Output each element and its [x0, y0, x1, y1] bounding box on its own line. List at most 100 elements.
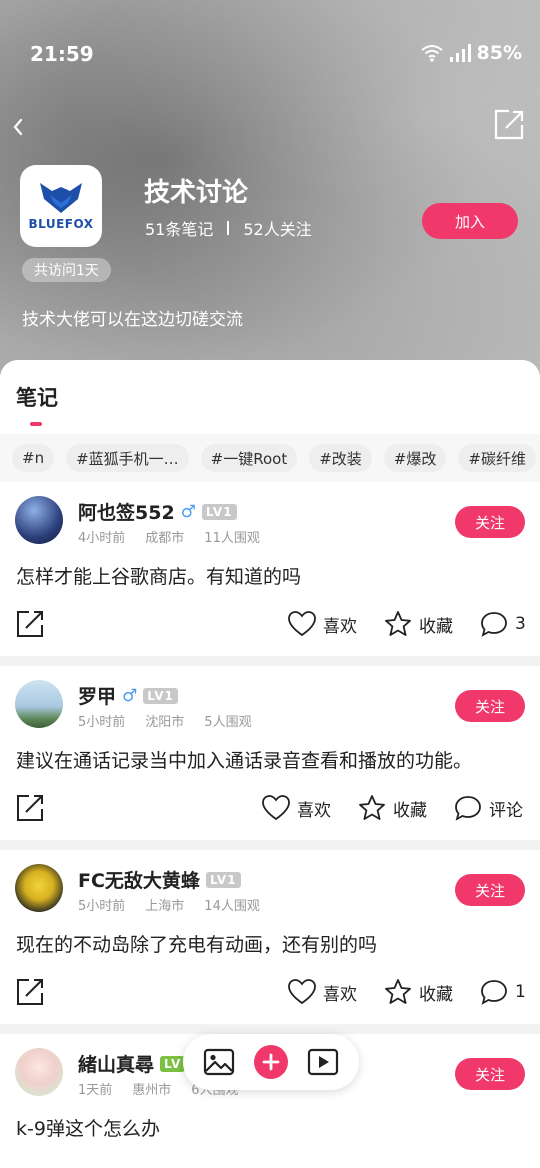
- stat-divider: [227, 221, 230, 235]
- heart-icon: [262, 795, 290, 821]
- post-views: 5人围观: [204, 715, 252, 730]
- favorite-button[interactable]: 收藏: [383, 976, 453, 1008]
- tag-chip[interactable]: #爆改: [383, 444, 447, 472]
- author-row: 罗甲 ♂ LV1: [78, 682, 178, 709]
- comment-icon: [455, 796, 481, 821]
- join-button[interactable]: 加入: [422, 203, 518, 239]
- post-card[interactable]: FC无敌大黄蜂 LV1 5小时前 上海市 14人围观 关注 现在的不动岛除了充电…: [0, 850, 540, 1024]
- male-icon: ♂: [180, 501, 196, 522]
- signal-icon: [449, 44, 471, 62]
- post-meta: 4小时前 成都市 11人围观: [78, 527, 260, 546]
- post-views: 14人围观: [204, 899, 260, 914]
- share-icon[interactable]: [14, 792, 46, 824]
- group-stats: 51条笔记 52人关注: [145, 216, 312, 240]
- avatar[interactable]: [15, 864, 63, 912]
- tab-notes[interactable]: 笔记: [16, 382, 58, 412]
- tag-chip[interactable]: #改装: [309, 444, 372, 472]
- tag-chip[interactable]: #一键Root: [200, 444, 298, 472]
- author-row: FC无敌大黄蜂 LV1: [78, 866, 241, 893]
- post-time: 5小时前: [78, 899, 126, 914]
- level-badge: LV1: [205, 871, 241, 888]
- top-nav: [0, 108, 540, 148]
- share-icon[interactable]: [492, 108, 526, 142]
- favorite-label: 收藏: [393, 800, 427, 821]
- tag-list: #n #蓝狐手机一… #一键Root #改装 #爆改 #碳纤维: [0, 434, 540, 482]
- comment-button[interactable]: 评论: [453, 792, 523, 824]
- level-badge: LV1: [201, 503, 237, 520]
- tab-bar: 笔记: [0, 360, 540, 434]
- favorite-button[interactable]: 收藏: [383, 608, 453, 640]
- share-icon[interactable]: [14, 976, 46, 1008]
- author-name[interactable]: 阿也签552: [78, 498, 175, 525]
- avatar[interactable]: [15, 680, 63, 728]
- level-badge: LV1: [143, 687, 178, 704]
- video-icon[interactable]: [307, 1048, 339, 1076]
- star-icon: [385, 979, 411, 1004]
- like-button[interactable]: 喜欢: [287, 976, 357, 1008]
- post-actions: 喜欢 收藏 3: [0, 608, 540, 644]
- post-card[interactable]: 阿也签552 ♂ LV1 4小时前 成都市 11人围观 关注 怎样才能上谷歌商店…: [0, 482, 540, 656]
- status-icons: 85%: [420, 42, 522, 64]
- author-name[interactable]: 罗甲: [78, 682, 116, 709]
- tag-chip[interactable]: #n: [12, 444, 55, 472]
- add-post-button[interactable]: [253, 1045, 288, 1079]
- back-icon[interactable]: [8, 112, 38, 142]
- post-meta: 5小时前 上海市 14人围观: [78, 895, 260, 914]
- favorite-label: 收藏: [419, 616, 453, 637]
- like-button[interactable]: 喜欢: [287, 608, 357, 640]
- tag-chip[interactable]: #蓝狐手机一…: [66, 444, 189, 472]
- share-icon[interactable]: [14, 608, 46, 640]
- group-title: 技术讨论: [144, 178, 249, 208]
- like-label: 喜欢: [323, 616, 357, 637]
- visit-badge: 共访问1天: [22, 258, 111, 282]
- post-city: 上海市: [145, 899, 185, 914]
- group-logo: BLUEFOX: [20, 165, 102, 247]
- author-name[interactable]: 緒山真尋: [78, 1050, 154, 1077]
- fox-logo-icon: [40, 183, 82, 213]
- follow-button[interactable]: 关注: [455, 690, 525, 722]
- comment-count: 3: [515, 614, 526, 634]
- post-content[interactable]: 怎样才能上谷歌商店。有知道的吗: [16, 562, 301, 589]
- group-description: 技术大佬可以在这边切磋交流: [22, 310, 243, 330]
- comment-button[interactable]: 1: [479, 976, 526, 1008]
- post-city: 成都市: [145, 531, 185, 546]
- image-icon[interactable]: [203, 1048, 235, 1076]
- favorite-button[interactable]: 收藏: [357, 792, 427, 824]
- post-time: 1天前: [78, 1083, 113, 1098]
- male-icon: ♂: [122, 685, 138, 706]
- avatar[interactable]: [15, 496, 63, 544]
- author-name[interactable]: FC无敌大黄蜂: [78, 866, 200, 893]
- author-row: 緒山真尋 LV: [78, 1050, 186, 1077]
- comment-label: 评论: [489, 800, 523, 821]
- star-icon: [385, 611, 411, 636]
- plus-icon: [262, 1053, 280, 1071]
- comment-button[interactable]: 3: [479, 608, 526, 640]
- follow-button[interactable]: 关注: [455, 506, 525, 538]
- comment-icon: [481, 612, 507, 637]
- post-time: 4小时前: [78, 531, 126, 546]
- logo-text: BLUEFOX: [28, 217, 94, 231]
- status-time: 21:59: [30, 42, 94, 66]
- post-content[interactable]: 建议在通话记录当中加入通话录音查看和播放的功能。: [16, 746, 472, 773]
- tab-indicator: [30, 422, 42, 426]
- status-bar: 21:59 85%: [0, 30, 540, 80]
- follow-button[interactable]: 关注: [455, 874, 525, 906]
- level-badge: LV: [160, 1055, 186, 1072]
- like-label: 喜欢: [323, 984, 357, 1005]
- like-label: 喜欢: [297, 800, 331, 821]
- comment-count: 1: [515, 982, 526, 1002]
- tag-chip[interactable]: #碳纤维: [458, 444, 536, 472]
- star-icon: [359, 795, 385, 820]
- post-actions: 喜欢 收藏 1: [0, 976, 540, 1012]
- like-button[interactable]: 喜欢: [261, 792, 331, 824]
- floating-publish-bar: [183, 1034, 359, 1090]
- post-content[interactable]: 现在的不动岛除了充电有动画，还有别的吗: [16, 930, 377, 957]
- post-content[interactable]: k-9弹这个怎么办: [16, 1114, 160, 1141]
- post-actions: 喜欢 收藏 评论: [0, 792, 540, 828]
- heart-icon: [288, 611, 316, 637]
- post-card[interactable]: 罗甲 ♂ LV1 5小时前 沈阳市 5人围观 关注 建议在通话记录当中加入通话录…: [0, 666, 540, 840]
- comment-icon: [481, 980, 507, 1005]
- post-views: 11人围观: [204, 531, 260, 546]
- avatar[interactable]: [15, 1048, 63, 1096]
- follow-button[interactable]: 关注: [455, 1058, 525, 1090]
